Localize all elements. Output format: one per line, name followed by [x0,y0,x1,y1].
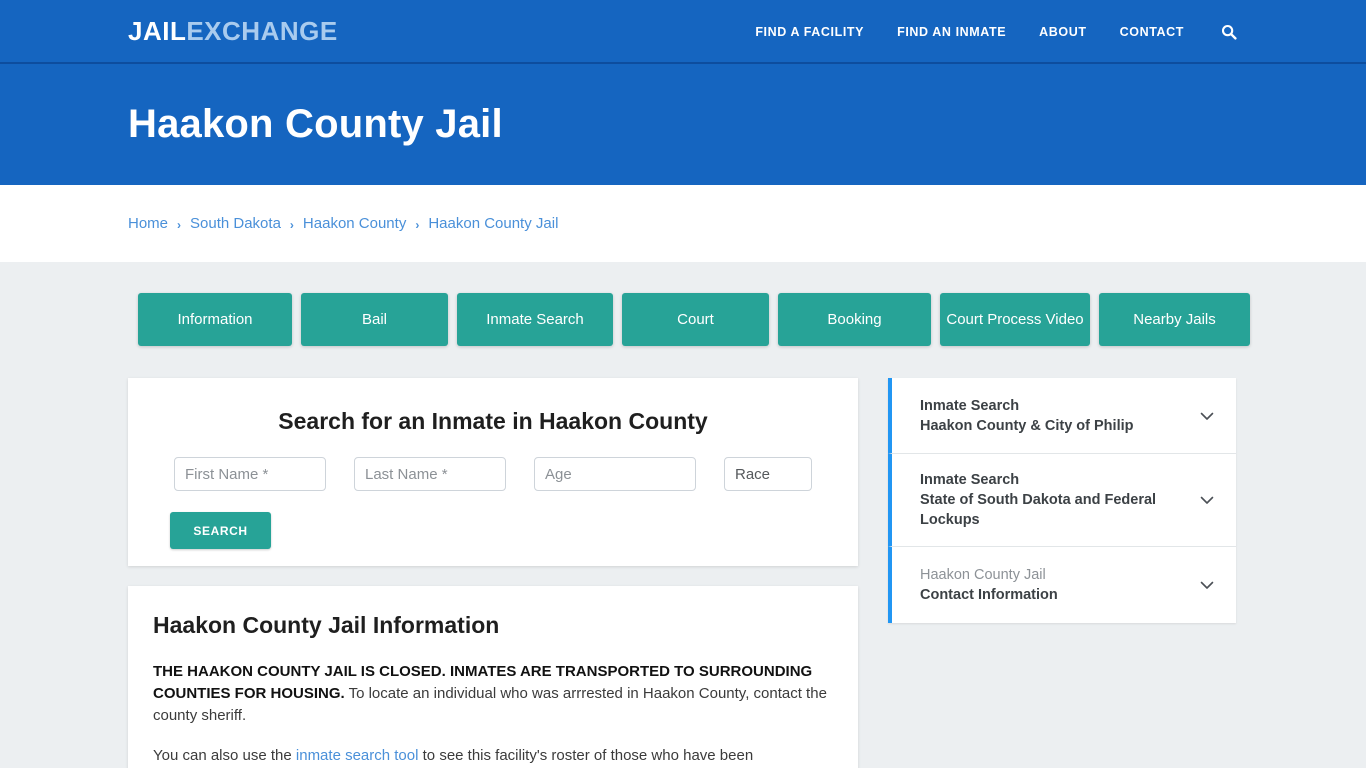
inmate-search-tool-link[interactable]: inmate search tool [296,747,419,764]
hero-banner: Haakon County Jail [0,64,1366,185]
accordion-item-text: Inmate Search State of South Dakota and … [920,470,1190,530]
search-field-row: Race [152,457,834,491]
jail-information-panel: Haakon County Jail Information THE HAAKO… [128,586,858,768]
info-panel-title: Haakon County Jail Information [153,612,500,638]
race-select[interactable]: Race [724,457,812,491]
search-submit-button[interactable]: SEARCH [170,512,271,549]
accordion-item-line1: Haakon County Jail [920,567,1046,583]
info-paragraph-2-post: to see this facility's roster of those w… [418,747,754,764]
breadcrumb-item-home[interactable]: Home [128,215,168,232]
info-paragraph-1: THE HAAKON COUNTY JAIL IS CLOSED. INMATE… [153,661,833,727]
inmate-search-panel: Search for an Inmate in Haakon County Ra… [128,378,858,566]
site-header: JAILEXCHANGE FIND A FACILITY FIND AN INM… [0,0,1366,64]
tab-booking[interactable]: Booking [778,293,931,346]
nav-item-find-a-facility[interactable]: FIND A FACILITY [755,25,864,39]
tab-information[interactable]: Information [138,293,292,346]
accordion-item-line1: Inmate Search [920,397,1020,414]
search-icon[interactable] [1220,23,1238,41]
first-name-input[interactable] [174,457,326,491]
chevron-down-icon[interactable] [1198,407,1216,425]
sidebar-accordion: Inmate Search Haakon County & City of Ph… [888,378,1236,623]
breadcrumb-item-current: Haakon County Jail [428,215,559,232]
breadcrumb: Home › South Dakota › Haakon County › Ha… [0,215,558,232]
accordion-item-text: Inmate Search Haakon County & City of Ph… [920,396,1133,436]
site-logo[interactable]: JAILEXCHANGE [128,18,338,44]
info-paragraph-2-pre: You can also use the [153,747,296,764]
main-navigation: FIND A FACILITY FIND AN INMATE ABOUT CON… [755,0,1238,64]
accordion-item-inmate-search-county[interactable]: Inmate Search Haakon County & City of Ph… [888,378,1236,454]
logo-text-secondary: EXCHANGE [186,16,338,46]
breadcrumb-bar: Home › South Dakota › Haakon County › Ha… [0,185,1366,262]
nav-item-contact[interactable]: CONTACT [1120,25,1184,39]
search-panel-title: Search for an Inmate in Haakon County [278,408,708,434]
last-name-input[interactable] [354,457,506,491]
left-column: Search for an Inmate in Haakon County Ra… [128,378,858,768]
accordion-item-line2: Haakon County & City of Philip [920,417,1134,434]
tab-inmate-search[interactable]: Inmate Search [457,293,613,346]
chevron-down-icon[interactable] [1198,576,1216,594]
breadcrumb-item-haakon-county[interactable]: Haakon County [303,215,406,232]
tab-bail[interactable]: Bail [301,293,448,346]
breadcrumb-item-south-dakota[interactable]: South Dakota [190,215,281,232]
page-content: Information Bail Inmate Search Court Boo… [0,262,1366,768]
section-tab-row: Information Bail Inmate Search Court Boo… [138,293,1250,346]
breadcrumb-separator-icon: › [289,217,294,232]
accordion-item-contact-information[interactable]: Haakon County Jail Contact Information [888,547,1236,623]
accordion-item-text: Haakon County Jail Contact Information [920,565,1058,605]
logo-text-primary: JAIL [128,16,187,46]
nav-item-find-an-inmate[interactable]: FIND AN INMATE [897,25,1006,39]
tab-court[interactable]: Court [622,293,769,346]
tab-court-process-video[interactable]: Court Process Video [940,293,1090,346]
accordion-item-line2: State of South Dakota and Federal Lockup… [920,492,1157,528]
accordion-item-line1: Inmate Search [920,472,1020,488]
breadcrumb-separator-icon: › [177,217,182,232]
accordion-item-line2: Contact Information [920,587,1058,603]
nav-item-about[interactable]: ABOUT [1039,25,1086,39]
page-title: Haakon County Jail [128,102,503,146]
chevron-down-icon[interactable] [1198,491,1216,509]
age-input[interactable] [534,457,696,491]
accordion-item-inmate-search-state[interactable]: Inmate Search State of South Dakota and … [888,454,1236,547]
breadcrumb-separator-icon: › [415,217,420,232]
info-paragraph-2: You can also use the inmate search tool … [153,745,833,767]
tab-nearby-jails[interactable]: Nearby Jails [1099,293,1250,346]
